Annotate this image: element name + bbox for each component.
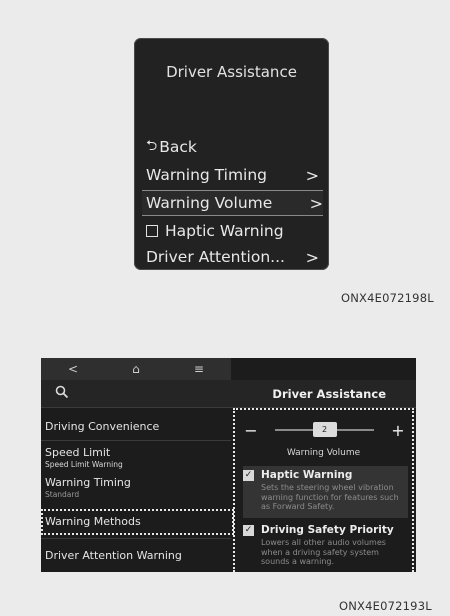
cluster-item-label: Warning Timing [146, 166, 268, 184]
back-chevron-icon[interactable]: < [68, 362, 78, 376]
left-menu: Driving Convenience Speed Limit Speed Li… [41, 410, 234, 572]
menu-item-label: Warning Timing [45, 476, 131, 489]
figure-caption-1: ONX4E072198L [341, 291, 434, 305]
volume-minus-button[interactable]: − [243, 421, 259, 440]
menu-item-driving-convenience[interactable]: Driving Convenience [45, 420, 231, 433]
cluster-back-item[interactable]: ⮌ Back [146, 134, 319, 160]
chevron-right-icon: > [305, 165, 319, 185]
checkbox-checked-icon[interactable]: ✓ [243, 469, 254, 481]
option-driving-safety-priority[interactable]: ✓ Driving Safety Priority Lowers all oth… [243, 522, 408, 567]
figure-caption-2: ONX4E072193L [339, 599, 432, 613]
menu-item-speed-limit[interactable]: Speed Limit Speed Limit Warning [45, 446, 231, 469]
cluster-item-label: Driver Attention... [146, 248, 285, 266]
chevron-right-icon: > [305, 247, 319, 267]
chevron-right-icon: > [309, 193, 323, 213]
checkbox-icon[interactable] [146, 225, 158, 237]
menu-item-label: Warning Methods [45, 515, 141, 528]
cluster-item-warning-timing[interactable]: Warning Timing > [146, 162, 319, 188]
volume-slider[interactable]: 2 [275, 422, 374, 437]
cluster-item-warning-volume[interactable]: Warning Volume > [142, 190, 323, 216]
top-nav-bar: < ⌂ ≡ [41, 358, 231, 380]
search-icon[interactable] [55, 385, 69, 403]
option-haptic-warning[interactable]: ✓ Haptic Warning Sets the steering wheel… [243, 466, 408, 518]
volume-slider-knob[interactable]: 2 [312, 422, 337, 437]
cluster-display: Driver Assistance ⮌ Back Warning Timing … [134, 38, 329, 270]
cluster-item-haptic-warning[interactable]: Haptic Warning [146, 218, 319, 244]
option-label: Haptic Warning [261, 469, 353, 481]
volume-control: − 2 + [243, 420, 406, 440]
warning-methods-panel: − 2 + Warning Volume ✓ Haptic Warning Se… [233, 408, 414, 572]
cluster-item-label: Haptic Warning [165, 222, 284, 240]
cluster-item-driver-attention[interactable]: Driver Attention... > [146, 244, 319, 270]
home-icon[interactable]: ⌂ [132, 362, 140, 376]
back-arrow-icon: ⮌ [146, 138, 158, 154]
menu-icon[interactable]: ≡ [194, 362, 204, 376]
option-description: Lowers all other audio volumes when a dr… [261, 538, 386, 566]
option-label: Driving Safety Priority [261, 524, 394, 536]
infotainment-screen: < ⌂ ≡ Driver Assistance Driving Convenie… [41, 358, 416, 572]
menu-item-warning-timing[interactable]: Warning Timing Standard [45, 476, 231, 499]
screen-header: Driver Assistance [41, 380, 416, 408]
option-description: Sets the steering wheel vibration warnin… [261, 483, 399, 511]
menu-item-label: Driving Convenience [45, 420, 160, 433]
checkbox-checked-icon[interactable]: ✓ [243, 524, 254, 536]
menu-item-label: Speed Limit [45, 446, 111, 459]
cluster-back-label: Back [159, 138, 197, 156]
menu-item-label: Driver Attention Warning [45, 549, 182, 562]
volume-plus-button[interactable]: + [390, 421, 406, 440]
divider [41, 440, 231, 441]
menu-item-driver-attention-warning[interactable]: Driver Attention Warning [45, 549, 231, 562]
volume-label: Warning Volume [286, 448, 361, 458]
menu-item-sublabel: Standard [45, 490, 80, 499]
menu-item-sublabel: Speed Limit Warning [45, 460, 123, 469]
page-title: Driver Assistance [272, 387, 386, 401]
cluster-item-label: Warning Volume [146, 194, 273, 212]
menu-item-warning-methods[interactable]: Warning Methods [41, 509, 234, 535]
divider [41, 538, 231, 539]
cluster-title: Driver Assistance [166, 63, 297, 81]
